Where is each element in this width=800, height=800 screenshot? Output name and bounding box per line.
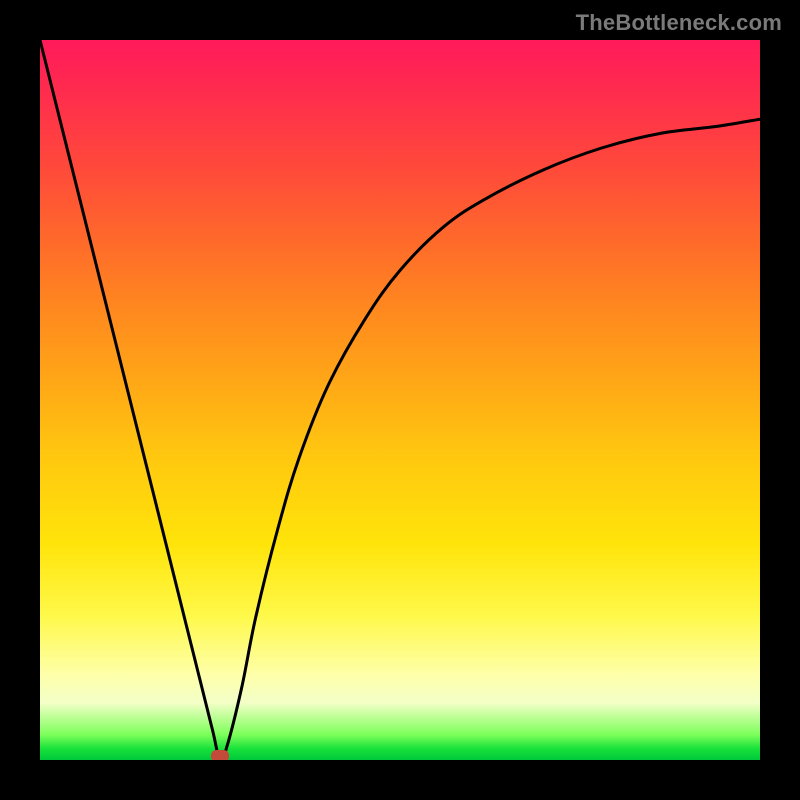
chart-frame: TheBottleneck.com — [0, 0, 800, 800]
curve-layer — [40, 40, 760, 760]
plot-area — [40, 40, 760, 760]
minimum-marker — [211, 750, 229, 760]
watermark-text: TheBottleneck.com — [576, 10, 782, 36]
bottleneck-curve — [40, 40, 760, 760]
